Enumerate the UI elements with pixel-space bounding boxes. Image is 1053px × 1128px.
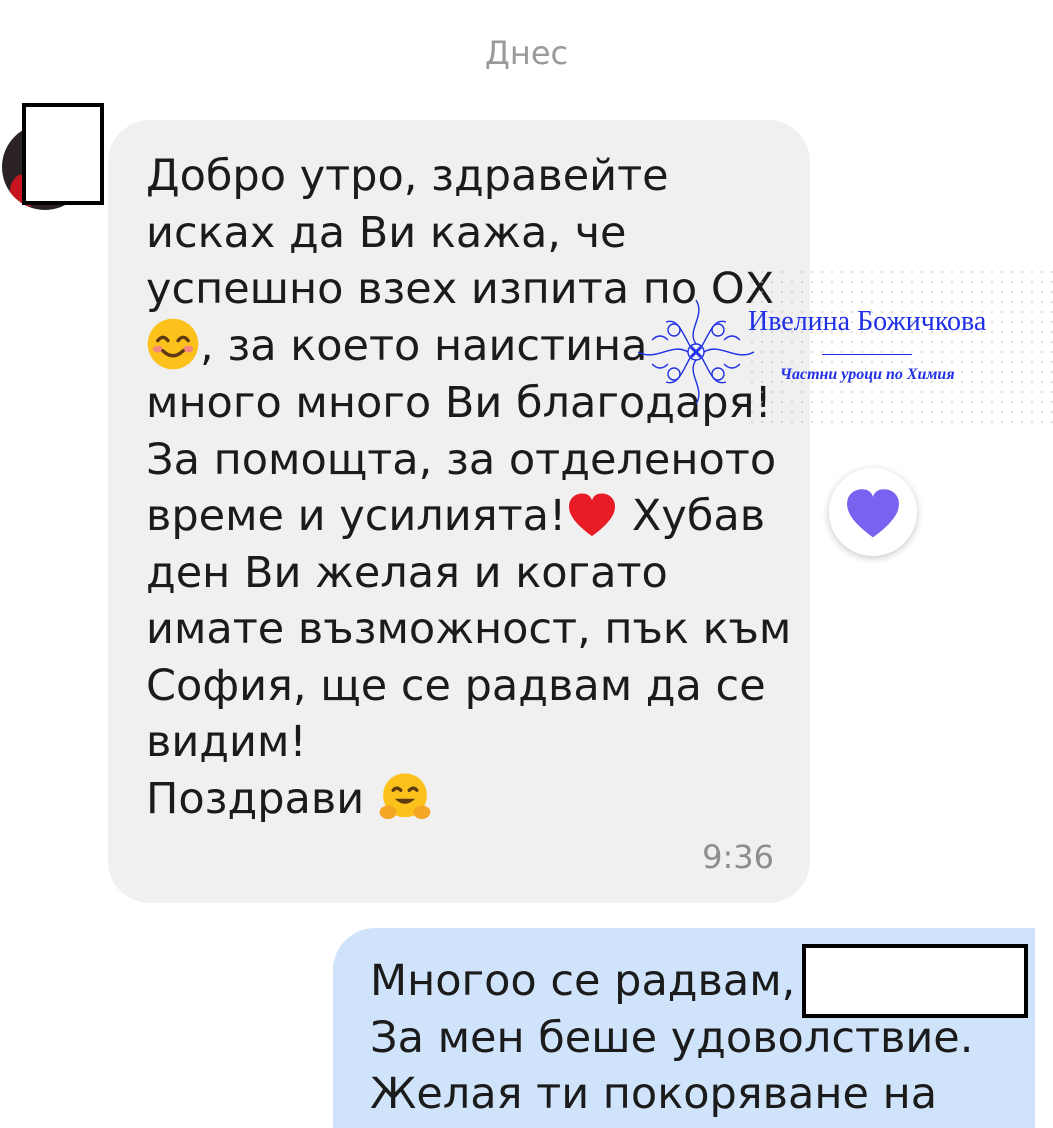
- message-line: За помощта, за отделеното: [146, 434, 777, 485]
- message-line-with-emoji: , за което наистина: [146, 318, 796, 376]
- message-line-text: време и усилията!: [146, 491, 567, 541]
- message-line-text: , за което наистина: [200, 320, 648, 371]
- smiling-face-emoji-icon: [146, 317, 200, 371]
- message-line: исках да Ви кажа, че: [146, 207, 627, 258]
- message-line: видим!: [146, 717, 307, 767]
- watermark-divider: [822, 354, 912, 355]
- message-line: много много Ви благодаря!: [146, 378, 772, 428]
- date-separator: Днес: [484, 34, 569, 72]
- message-line: ден Ви желая и когато: [146, 547, 668, 598]
- message-line: имате възможност, пък към: [146, 604, 792, 654]
- heart-reaction-button[interactable]: [829, 468, 917, 556]
- red-heart-emoji-icon: [566, 490, 618, 540]
- incoming-message-text: Добро утро, здравейте исках да Ви кажа, …: [146, 148, 796, 828]
- purple-heart-icon: [847, 489, 899, 538]
- message-line: Добро утро, здравейте: [146, 151, 669, 201]
- message-line-with-emoji: време и усилията! Хубав: [146, 488, 796, 545]
- hugging-face-emoji-icon: [378, 770, 432, 824]
- message-line: Желая ти покоряване на: [370, 1069, 938, 1119]
- message-timestamp: 9:36: [702, 838, 774, 876]
- watermark-name: Ивелина Божичкова: [748, 306, 987, 337]
- message-line-text: Поздрави: [146, 773, 378, 824]
- redaction-box: [802, 944, 1028, 1018]
- message-line-text: Хубав: [618, 491, 766, 541]
- redaction-box: [22, 103, 104, 205]
- message-line-with-emoji: Поздрави: [146, 771, 796, 829]
- message-line: успешно взех изпита по ОХ: [146, 264, 775, 314]
- watermark-subtitle: Частни уроци по Химия: [780, 366, 955, 383]
- message-line: София, ще се радвам да се: [146, 660, 766, 711]
